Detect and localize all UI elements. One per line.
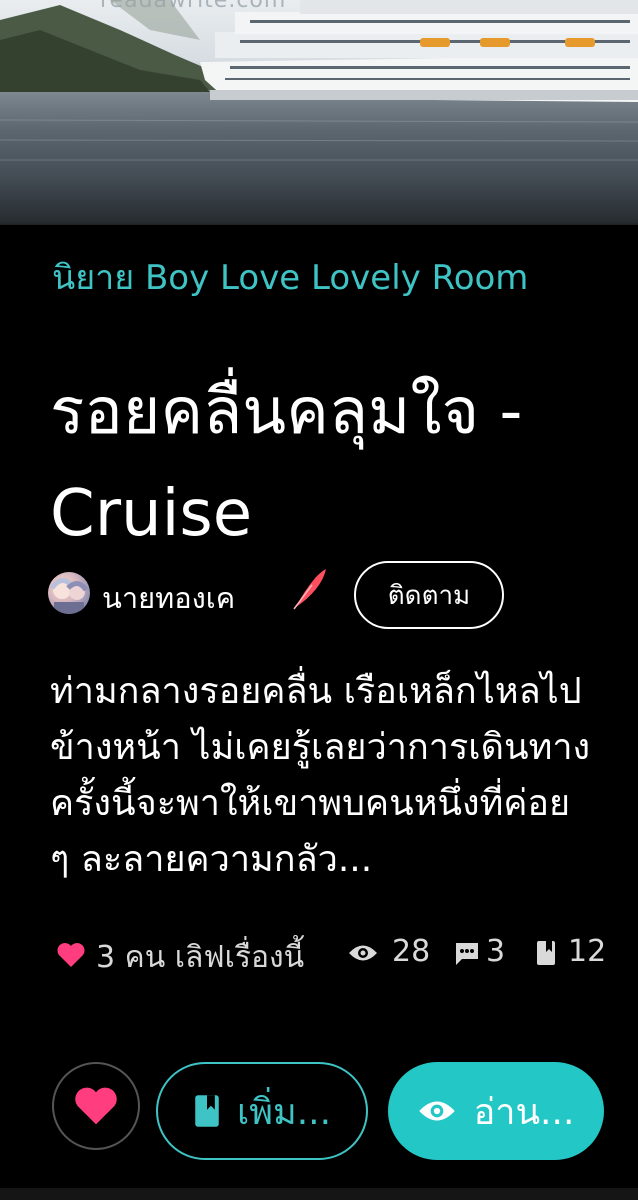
author-avatar[interactable] — [48, 572, 90, 614]
comment-count: 3 — [486, 934, 506, 969]
author-row: นายทองเค ติดตาม — [48, 561, 608, 631]
eye-icon — [418, 1101, 455, 1121]
follow-button[interactable]: ติดตาม — [354, 561, 504, 629]
bookmark-book-icon — [195, 1095, 219, 1127]
like-button[interactable] — [52, 1062, 140, 1150]
eye-icon — [349, 945, 377, 961]
comment-icon — [456, 943, 478, 965]
view-count: 28 — [392, 934, 431, 969]
bottom-bar — [0, 1188, 638, 1200]
read-button[interactable]: อ่าน... — [388, 1062, 604, 1160]
heart-icon — [75, 1087, 117, 1125]
stats-row: 3 คน เลิฟเรื่องนี้ 28 3 12 — [56, 928, 616, 978]
add-button-label: เพิ่ม... — [236, 1091, 332, 1133]
love-count: 3 คน เลิฟเรื่องนี้ — [96, 940, 305, 975]
synopsis-text: ท่ามกลางรอยคลื่น เรือเหล็กไหลไปข้างหน้า … — [50, 671, 591, 880]
add-to-shelf-button[interactable]: เพิ่ม... — [156, 1062, 368, 1160]
book-icon — [537, 941, 555, 965]
cover-image: readawrite.com — [0, 0, 638, 225]
read-button-label: อ่าน... — [473, 1091, 575, 1133]
category-label[interactable]: นิยาย Boy Love Lovely Room — [52, 250, 528, 304]
feather-icon — [293, 569, 326, 610]
novel-title: รอยคลื่นคลุมใจ - Cruise — [50, 374, 523, 551]
author-name[interactable]: นายทองเค — [102, 575, 235, 621]
cruise-ship-illustration — [0, 0, 638, 225]
heart-icon — [57, 943, 85, 967]
chapter-count: 12 — [568, 934, 607, 969]
